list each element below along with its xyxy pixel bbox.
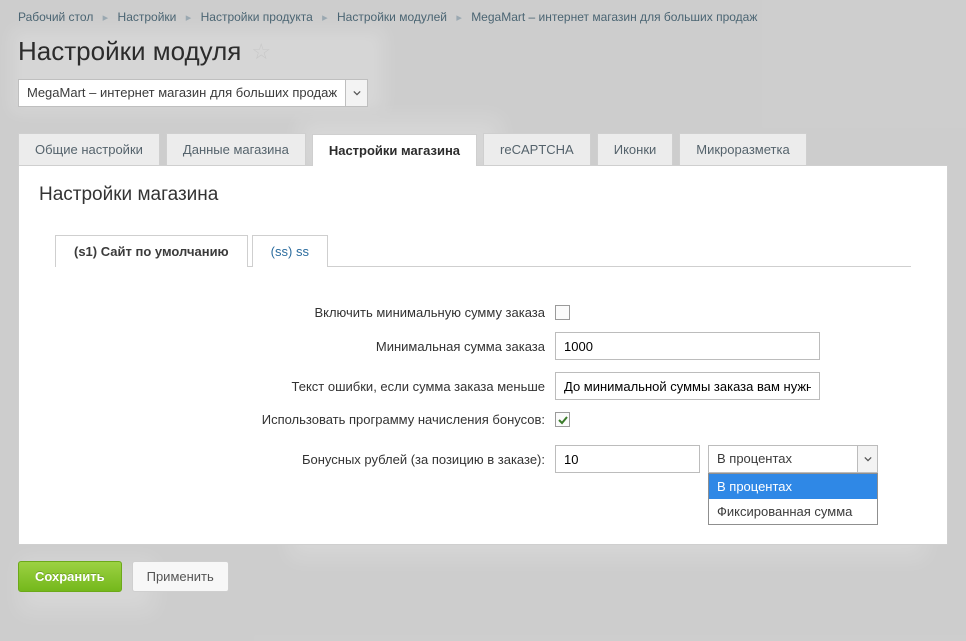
input-min-sum[interactable] <box>555 332 820 360</box>
crumb-0[interactable]: Рабочий стол <box>18 10 93 24</box>
select-bonus-type[interactable]: В процентах В процентах Фиксированная су… <box>708 445 878 473</box>
crumb-4[interactable]: MegaMart – интернет магазин для больших … <box>471 10 757 24</box>
select-bonus-type-value: В процентах <box>709 446 857 472</box>
footer-actions: Сохранить Применить <box>18 561 948 592</box>
panel-heading: Настройки магазина <box>39 184 927 206</box>
label-err-text: Текст ошибки, если сумма заказа меньше <box>55 379 555 394</box>
page-title-text: Настройки модуля <box>18 36 241 67</box>
favorite-star-icon[interactable]: ☆ <box>251 39 271 65</box>
site-tabs: (s1) Сайт по умолчанию (ss) ss <box>55 234 911 267</box>
module-select-value: MegaMart – интернет магазин для больших … <box>19 80 345 106</box>
tab-icons[interactable]: Иконки <box>597 133 674 165</box>
label-enable-min: Включить минимальную сумму заказа <box>55 305 555 320</box>
main-tabs: Общие настройки Данные магазина Настройк… <box>18 133 948 165</box>
label-min-sum: Минимальная сумма заказа <box>55 339 555 354</box>
site-tab-ss[interactable]: (ss) ss <box>252 235 328 267</box>
module-select[interactable]: MegaMart – интернет магазин для больших … <box>18 79 368 107</box>
site-tab-s1[interactable]: (s1) Сайт по умолчанию <box>55 235 248 267</box>
checkbox-enable-min[interactable] <box>555 305 570 320</box>
chevron-down-icon[interactable] <box>345 80 367 106</box>
page-title: Настройки модуля ☆ <box>18 32 948 79</box>
tab-store-settings[interactable]: Настройки магазина <box>312 134 477 166</box>
chevron-down-icon[interactable] <box>857 446 877 472</box>
label-bonus-rub: Бонусных рублей (за позицию в заказе): <box>55 452 555 467</box>
apply-button[interactable]: Применить <box>132 561 229 592</box>
crumb-1[interactable]: Настройки <box>118 10 177 24</box>
option-percent[interactable]: В процентах <box>709 474 877 499</box>
checkbox-use-bonus[interactable] <box>555 412 570 427</box>
label-use-bonus: Использовать программу начисления бонусо… <box>55 412 555 427</box>
crumb-2[interactable]: Настройки продукта <box>201 10 313 24</box>
select-bonus-type-dropdown: В процентах Фиксированная сумма <box>708 473 878 525</box>
tab-recaptcha[interactable]: reCAPTCHA <box>483 133 591 165</box>
save-button[interactable]: Сохранить <box>18 561 122 592</box>
crumb-3[interactable]: Настройки модулей <box>337 10 447 24</box>
breadcrumb: Рабочий стол ▸ Настройки ▸ Настройки про… <box>18 8 948 32</box>
input-bonus-rub[interactable] <box>555 445 700 473</box>
settings-panel: Настройки магазина (s1) Сайт по умолчани… <box>18 165 948 545</box>
input-err-text[interactable] <box>555 372 820 400</box>
tab-general[interactable]: Общие настройки <box>18 133 160 165</box>
option-fixed[interactable]: Фиксированная сумма <box>709 499 877 524</box>
tab-store-data[interactable]: Данные магазина <box>166 133 306 165</box>
tab-microdata[interactable]: Микроразметка <box>679 133 806 165</box>
